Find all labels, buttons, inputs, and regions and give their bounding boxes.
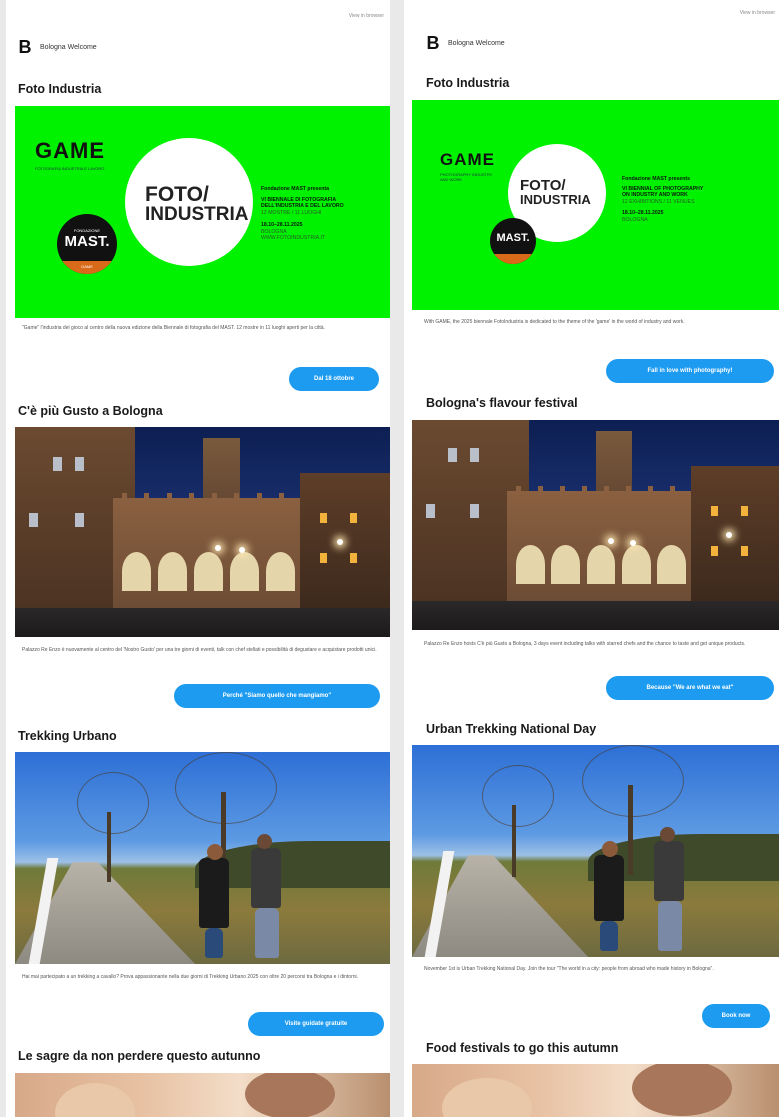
section-text-trekking: Hai mai partecipato a un trekking a cava…	[22, 974, 359, 980]
banner-presenter: Fondazione MAST presents	[622, 176, 691, 182]
section-title-foto-industria: Foto Industria	[18, 82, 102, 96]
section-text-urban-trekking: November 1st is Urban Trekking National …	[424, 966, 714, 972]
section-title-urban-trekking: Urban Trekking National Day	[426, 722, 597, 736]
newsletter-english: View in browser B Bologna Welcome Foto I…	[404, 0, 779, 1117]
button-fall-in-love[interactable]: Fall in love with photography!	[606, 359, 774, 383]
foto-industria-banner[interactable]: GAME FOTOGRAFIA INDUSTRIA E LAVORO FOTO/…	[15, 106, 390, 318]
mast-badge-ring: GAME	[57, 260, 117, 274]
section-title-sagre: Le sagre da non perdere questo autunno	[18, 1049, 261, 1063]
banner-info: Fondazione MAST presents VI BIENNIAL OF …	[622, 176, 772, 223]
banner-line4: 12 EXHIBITIONS / 11 VENUES	[622, 198, 695, 205]
crowd	[15, 607, 390, 637]
photo-food-festivals[interactable]	[412, 1064, 779, 1117]
photo-palazzo-re-enzo[interactable]	[15, 427, 390, 637]
industria-title: INDUSTRIA	[145, 204, 249, 225]
banner-line4: 12 MOSTRE / 11 LUOGHI	[261, 209, 322, 216]
banner-info: Fondazione MAST presenta VI BIENNALE DI …	[261, 186, 383, 242]
photo-sagre[interactable]	[15, 1073, 390, 1117]
bologna-welcome-logo-icon: B	[18, 37, 32, 57]
banner-site: WWW.FOTOINDUSTRIA.IT	[261, 235, 326, 241]
section-text-flavour-festival: Palazzo Re Enzo hosts C'è più Gusto a Bo…	[424, 641, 746, 647]
button-dal-18-ottobre[interactable]: Dal 18 ottobre	[289, 367, 379, 391]
section-text-gusto: Palazzo Re Enzo è nuovamente al centro d…	[22, 647, 377, 653]
button-visite-guidate-gratuite[interactable]: Visite guidate gratuite	[248, 1012, 384, 1036]
photo-palazzo-re-enzo[interactable]	[412, 420, 779, 630]
mast-badge: MAST.	[490, 218, 536, 264]
mast-badge-label: MAST.	[496, 232, 530, 244]
building-right	[300, 473, 390, 621]
section-title-foto-industria: Foto Industria	[426, 76, 510, 90]
bologna-welcome-logo-icon: B	[426, 33, 440, 53]
section-title-flavour-festival: Bologna's flavour festival	[426, 396, 578, 410]
mast-badge-label: MAST.	[64, 233, 110, 250]
section-text-foto-industria: With GAME, the 2025 biennale FotoIndustr…	[424, 319, 685, 325]
foto-title: FOTO/	[145, 183, 209, 206]
building-right	[690, 466, 779, 614]
mast-badge-ring	[490, 253, 536, 264]
game-logo: GAME	[440, 150, 495, 169]
brand-name: Bologna Welcome	[448, 39, 505, 47]
newsletter-comparison: View in browser B Bologna Welcome Foto I…	[0, 0, 779, 1117]
banner-presenter: Fondazione MAST presenta	[261, 186, 330, 192]
game-subtitle: PHOTOGRAPHY INDUSTRY AND WORK	[440, 172, 493, 182]
brand-name: Bologna Welcome	[40, 43, 97, 51]
view-in-browser-link[interactable]: View in browser	[740, 10, 775, 16]
foto-title: FOTO/	[520, 177, 566, 194]
game-logo: GAME	[35, 138, 105, 163]
mast-badge: FONDAZIONE MAST. GAME	[57, 214, 117, 274]
foto-industria-banner[interactable]: GAME PHOTOGRAPHY INDUSTRY AND WORK FOTO/…	[412, 100, 779, 310]
section-title-food-festivals: Food festivals to go this autumn	[426, 1041, 619, 1055]
photo-trekking[interactable]	[15, 752, 390, 964]
button-we-are-what-we-eat[interactable]: Because "We are what we eat"	[606, 676, 774, 700]
newsletter-italian: View in browser B Bologna Welcome Foto I…	[6, 0, 390, 1117]
brand-header[interactable]: B Bologna Welcome	[426, 34, 505, 52]
section-text-foto-industria: "Game" l'industria del gioco al centro d…	[22, 325, 325, 331]
brand-header[interactable]: B Bologna Welcome	[18, 38, 97, 56]
banner-city: BOLOGNA	[622, 216, 648, 223]
view-in-browser-link[interactable]: View in browser	[349, 13, 384, 19]
crowd	[412, 600, 779, 630]
button-siamo-quello-che-mangiamo[interactable]: Perché "Siamo quello che mangiamo"	[174, 684, 380, 708]
photo-trekking[interactable]	[412, 745, 779, 957]
game-subtitle: FOTOGRAFIA INDUSTRIA E LAVORO	[35, 166, 105, 171]
section-title-trekking: Trekking Urbano	[18, 729, 117, 743]
section-title-gusto: C'è più Gusto a Bologna	[18, 404, 163, 418]
button-book-now[interactable]: Book now	[702, 1004, 770, 1028]
industria-title: INDUSTRIA	[520, 192, 591, 207]
